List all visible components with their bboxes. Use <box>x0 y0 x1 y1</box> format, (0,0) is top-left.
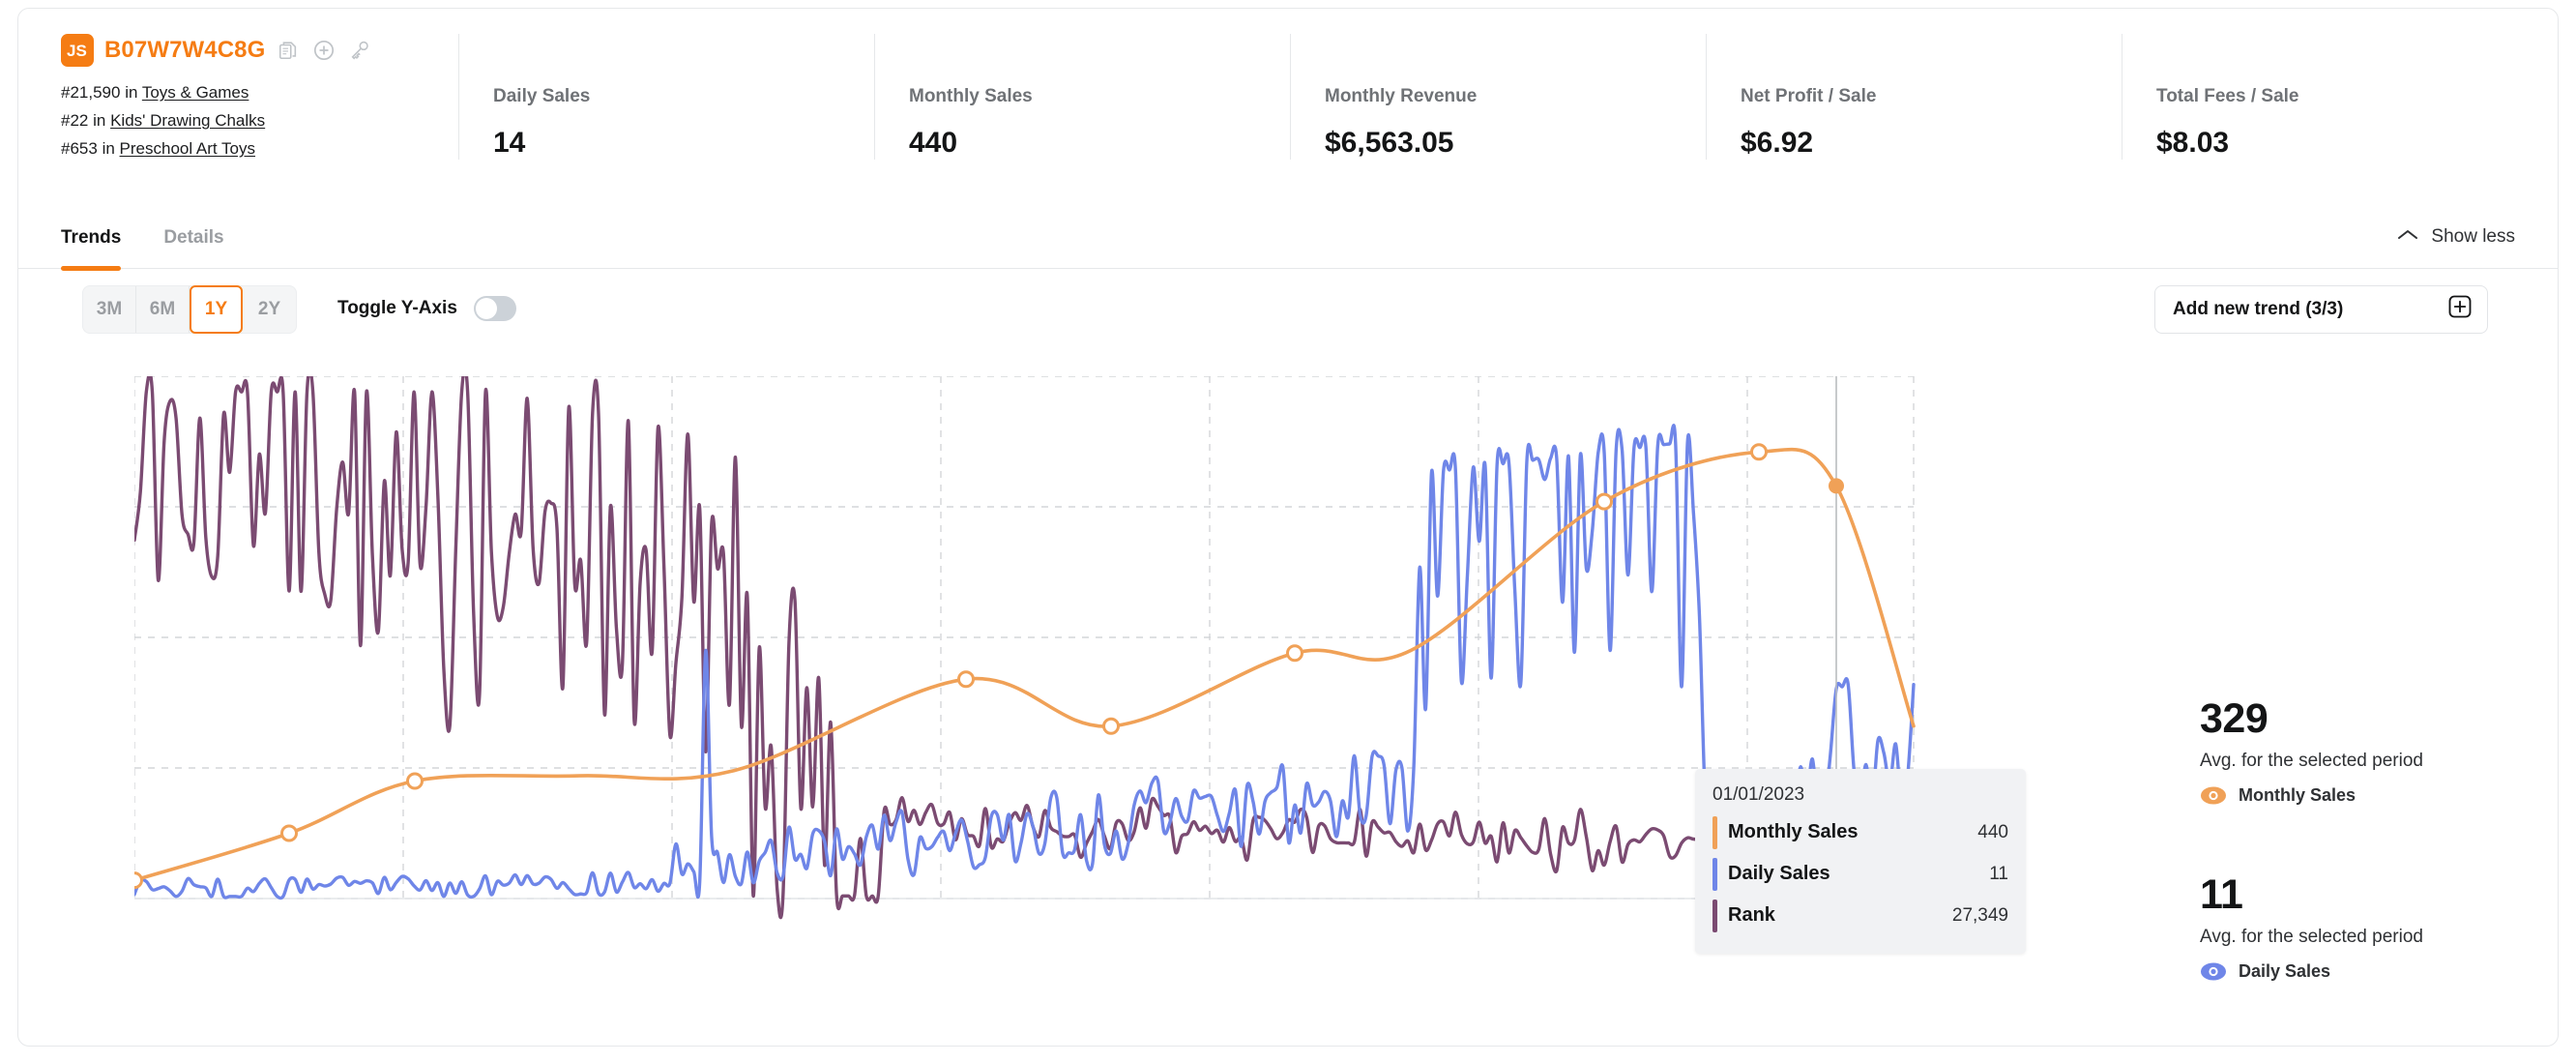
metric-label: Monthly Revenue <box>1325 86 1478 106</box>
metrics-row: Daily Sales 14 Monthly Sales 440 Monthly… <box>458 34 2558 160</box>
tab-trends[interactable]: Trends <box>61 209 122 271</box>
legend-series-name: Daily Sales <box>2239 961 2331 981</box>
toggle-y-axis-switch[interactable] <box>473 296 516 321</box>
tooltip-series-value: 440 <box>1977 821 2008 842</box>
product-trends-card: JS B07W7W4C8G #21,590 in Toys & Games #2… <box>17 8 2559 1047</box>
legend-average-value: 11 <box>2200 871 2243 918</box>
metric-monthly-sales: Monthly Sales 440 <box>874 34 1290 160</box>
metric-net-profit-per-sale: Net Profit / Sale $6.92 <box>1706 34 2122 160</box>
rank-number: #653 <box>61 139 98 158</box>
legend-average-caption: Avg. for the selected period <box>2200 927 2423 947</box>
series-color-swatch <box>1712 815 1717 849</box>
range-1y[interactable]: 1Y <box>190 285 243 334</box>
range-3m[interactable]: 3M <box>83 286 136 333</box>
metric-label: Net Profit / Sale <box>1741 86 1877 106</box>
plus-circle-icon[interactable] <box>311 38 337 63</box>
metric-label: Monthly Sales <box>909 86 1033 106</box>
list-item: #22 in Kids' Drawing Chalks <box>61 106 448 134</box>
legend-toggle-monthly-sales[interactable]: Monthly Sales <box>2200 785 2558 806</box>
eye-icon <box>2201 962 2226 981</box>
tooltip-row-monthly-sales: Monthly Sales 440 <box>1712 811 2008 853</box>
legend-series-name: Monthly Sales <box>2239 785 2356 805</box>
svg-text:JS: JS <box>67 42 87 60</box>
show-less-label: Show less <box>2431 226 2515 247</box>
legend-block-daily-sales: 11 Avg. for the selected period Daily Sa… <box>2200 871 2558 982</box>
add-new-trend-button[interactable]: Add new trend (3/3) <box>2154 285 2488 334</box>
tooltip-row-daily-sales: Daily Sales 11 <box>1712 853 2008 895</box>
metric-total-fees-per-sale: Total Fees / Sale $8.03 <box>2122 34 2537 160</box>
copy-icon[interactable] <box>276 38 301 63</box>
metric-value: $6,563.05 <box>1325 127 1454 159</box>
legend-toggle-daily-sales[interactable]: Daily Sales <box>2200 961 2558 982</box>
js-logo-icon: JS <box>61 34 94 67</box>
rank-preposition: in <box>93 111 106 130</box>
eye-icon <box>2201 786 2226 805</box>
asin-label[interactable]: B07W7W4C8G <box>104 37 265 64</box>
tooltip-series-name: Rank <box>1728 904 1775 926</box>
rank-number: #22 <box>61 111 89 130</box>
chart-tooltip: 01/01/2023 Monthly Sales 440 Daily Sales… <box>1695 769 2026 954</box>
rank-category-link[interactable]: Toys & Games <box>142 83 249 102</box>
asin-row: JS B07W7W4C8G <box>61 34 448 67</box>
tabs: Trends Details <box>61 209 224 271</box>
legend-block-monthly-sales: 329 Avg. for the selected period Monthly… <box>2200 695 2558 806</box>
rank-preposition: in <box>125 83 138 102</box>
series-color-swatch <box>1712 899 1717 932</box>
tooltip-series-name: Monthly Sales <box>1728 821 1859 842</box>
metric-monthly-revenue: Monthly Revenue $6,563.05 <box>1290 34 1706 160</box>
rank-list: #21,590 in Toys & Games #22 in Kids' Dra… <box>61 78 448 162</box>
list-item: #21,590 in Toys & Games <box>61 78 448 106</box>
key-icon[interactable] <box>347 38 372 63</box>
legend-average-value: 329 <box>2200 695 2269 742</box>
toggle-y-axis-label: Toggle Y-Axis <box>337 298 457 318</box>
tooltip-date: 01/01/2023 <box>1712 784 1805 805</box>
trend-chart: 01/24/2022 03/26/2022 05/26/2022 07/26/2… <box>18 340 2558 1046</box>
toggle-knob <box>475 298 497 319</box>
trends-panel: JS B07W7W4C8G #21,590 in Toys & Games #2… <box>0 0 2576 1062</box>
chart-controls: 3M 6M 1Y 2Y Toggle Y-Axis Add new trend … <box>18 269 2558 340</box>
product-identity-block: JS B07W7W4C8G #21,590 in Toys & Games #2… <box>61 34 448 162</box>
series-color-swatch <box>1712 857 1717 891</box>
legend-average-caption: Avg. for the selected period <box>2200 751 2423 771</box>
card-header: JS B07W7W4C8G #21,590 in Toys & Games #2… <box>18 9 2558 209</box>
tooltip-series-value: 11 <box>1989 863 2008 884</box>
chart-legend-panel: 329 Avg. for the selected period Monthly… <box>2171 695 2558 1046</box>
toggle-y-axis-control: Toggle Y-Axis <box>337 285 516 332</box>
tooltip-row-rank: Rank 27,349 <box>1712 895 2008 936</box>
plus-square-icon <box>2446 293 2474 326</box>
range-6m[interactable]: 6M <box>136 286 190 333</box>
metric-value: $8.03 <box>2156 127 2230 159</box>
metric-value: $6.92 <box>1741 127 1814 159</box>
list-item: #653 in Preschool Art Toys <box>61 134 448 162</box>
chevron-up-icon <box>2397 226 2418 248</box>
add-new-trend-label: Add new trend (3/3) <box>2173 299 2344 319</box>
rank-category-link[interactable]: Kids' Drawing Chalks <box>110 111 265 130</box>
rank-preposition: in <box>102 139 115 158</box>
tab-details[interactable]: Details <box>163 209 223 269</box>
metric-value: 14 <box>493 127 526 159</box>
metric-daily-sales: Daily Sales 14 <box>458 34 874 160</box>
rank-number: #21,590 <box>61 83 121 102</box>
tab-bar: Trends Details Show less <box>18 209 2558 271</box>
range-selector: 3M 6M 1Y 2Y <box>82 285 297 334</box>
metric-label: Daily Sales <box>493 86 591 106</box>
show-less-button[interactable]: Show less <box>2397 226 2515 248</box>
rank-category-link[interactable]: Preschool Art Toys <box>120 139 255 158</box>
range-2y[interactable]: 2Y <box>243 286 296 333</box>
tooltip-series-value: 27,349 <box>1951 904 2008 926</box>
tooltip-series-name: Daily Sales <box>1728 863 1830 884</box>
metric-label: Total Fees / Sale <box>2156 86 2299 106</box>
metric-value: 440 <box>909 127 958 159</box>
